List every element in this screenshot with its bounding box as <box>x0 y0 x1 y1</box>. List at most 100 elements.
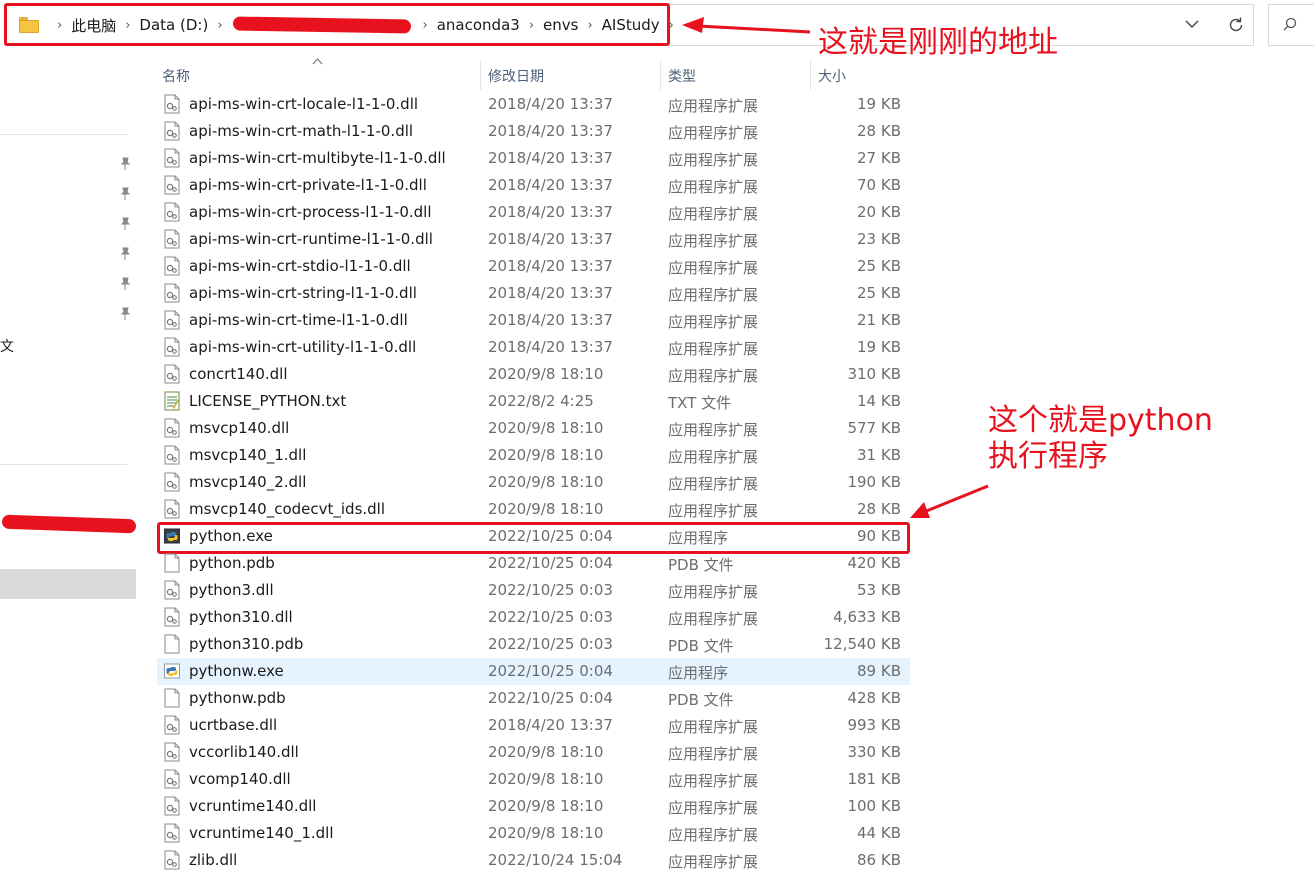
file-row[interactable]: api-ms-win-crt-time-l1-1-0.dll 2018/4/20 … <box>157 307 910 334</box>
nav-item-selected[interactable] <box>0 569 136 599</box>
file-size: 23 KB <box>857 230 901 248</box>
file-type: 应用程序扩展 <box>668 799 759 817</box>
file-row[interactable]: python310.dll 2022/10/25 0:03 应用程序扩展 4,633 … <box>157 604 910 631</box>
file-row[interactable]: msvcp140_2.dll 2020/9/8 18:10 应用程序扩展 190 KB <box>157 469 910 496</box>
dll-file-icon <box>164 337 180 357</box>
nav-item-partial-label[interactable]: 文 <box>0 336 14 356</box>
pin-icon[interactable] <box>118 187 132 201</box>
file-row[interactable]: python.pdb 2022/10/25 0:04 PDB 文件 420 KB <box>157 550 910 577</box>
file-name: vccorlib140.dll <box>189 743 299 761</box>
blank-file-icon <box>164 688 180 708</box>
file-type: 应用程序扩展 <box>668 421 759 439</box>
file-type: 应用程序扩展 <box>668 475 759 493</box>
file-type: 应用程序扩展 <box>668 367 759 385</box>
file-name: api-ms-win-crt-process-l1-1-0.dll <box>189 203 432 221</box>
search-input[interactable] <box>1268 4 1314 46</box>
chevron-down-icon[interactable] <box>1181 17 1203 35</box>
refresh-icon[interactable] <box>1225 16 1247 36</box>
file-row[interactable]: python.exe 2022/10/25 0:04 应用程序 90 KB <box>157 523 910 550</box>
column-header-date[interactable]: 修改日期 <box>488 66 544 86</box>
annotation-arrow-to-python <box>910 484 989 518</box>
blank-file-icon <box>164 553 180 573</box>
file-size: 20 KB <box>857 203 901 221</box>
file-type: 应用程序扩展 <box>668 313 759 331</box>
file-size: 27 KB <box>857 149 901 167</box>
file-row[interactable]: api-ms-win-crt-locale-l1-1-0.dll 2018/4/2… <box>157 91 910 118</box>
file-size: 89 KB <box>857 662 901 680</box>
annotation-address: 这就是刚刚的地址 <box>818 25 1058 60</box>
file-size: 86 KB <box>857 851 901 869</box>
file-row[interactable]: msvcp140_1.dll 2020/9/8 18:10 应用程序扩展 31 KB <box>157 442 910 469</box>
file-size: 4,633 KB <box>833 608 901 626</box>
file-row[interactable]: msvcp140_codecvt_ids.dll 2020/9/8 18:10 应用… <box>157 496 910 523</box>
column-divider[interactable] <box>480 60 481 90</box>
file-row[interactable]: api-ms-win-crt-math-l1-1-0.dll 2018/4/20 … <box>157 118 910 145</box>
dll-file-icon <box>164 580 180 600</box>
annotation-python-line2: 执行程序 <box>988 439 1108 474</box>
file-type: 应用程序扩展 <box>668 718 759 736</box>
pin-icon[interactable] <box>118 247 132 261</box>
file-row[interactable]: vccorlib140.dll 2020/9/8 18:10 应用程序扩展 330 K… <box>157 739 910 766</box>
file-row[interactable]: vcruntime140_1.dll 2020/9/8 18:10 应用程序扩展 44… <box>157 820 910 847</box>
file-type: PDB 文件 <box>668 637 734 655</box>
pin-icon[interactable] <box>118 307 132 321</box>
dll-file-icon <box>164 823 180 843</box>
file-row[interactable]: zlib.dll 2022/10/24 15:04 应用程序扩展 86 KB <box>157 847 910 874</box>
file-row[interactable]: api-ms-win-crt-utility-l1-1-0.dll 2018/4/… <box>157 334 910 361</box>
file-size: 90 KB <box>857 527 901 545</box>
file-type: 应用程序扩展 <box>668 745 759 763</box>
file-row[interactable]: LICENSE_PYTHON.txt 2022/8/2 4:25 TXT 文件 14 … <box>157 388 910 415</box>
dll-file-icon <box>164 148 180 168</box>
file-modified-date: 2022/10/25 0:03 <box>488 581 613 599</box>
column-divider[interactable] <box>810 60 811 90</box>
file-row[interactable]: msvcp140.dll 2020/9/8 18:10 应用程序扩展 577 KB <box>157 415 910 442</box>
file-type: 应用程序扩展 <box>668 286 759 304</box>
dll-file-icon <box>164 283 180 303</box>
file-size: 330 KB <box>847 743 901 761</box>
pin-icon[interactable] <box>118 217 132 231</box>
file-row[interactable]: api-ms-win-crt-stdio-l1-1-0.dll 2018/4/20… <box>157 253 910 280</box>
file-type: 应用程序扩展 <box>668 583 759 601</box>
pin-icon[interactable] <box>118 157 132 171</box>
file-type: 应用程序扩展 <box>668 610 759 628</box>
column-header-name[interactable]: 名称 <box>162 66 190 86</box>
file-modified-date: 2018/4/20 13:37 <box>488 257 613 275</box>
file-modified-date: 2022/10/24 15:04 <box>488 851 623 869</box>
file-row[interactable]: vcruntime140.dll 2020/9/8 18:10 应用程序扩展 100 … <box>157 793 910 820</box>
file-modified-date: 2018/4/20 13:37 <box>488 338 613 356</box>
file-name: msvcp140_codecvt_ids.dll <box>189 500 386 518</box>
blank-file-icon <box>164 634 180 654</box>
column-header-type[interactable]: 类型 <box>668 66 696 86</box>
file-type: PDB 文件 <box>668 691 734 709</box>
file-row[interactable]: concrt140.dll 2020/9/8 18:10 应用程序扩展 310 KB <box>157 361 910 388</box>
file-modified-date: 2020/9/8 18:10 <box>488 797 604 815</box>
column-divider[interactable] <box>660 60 661 90</box>
file-size: 19 KB <box>857 95 901 113</box>
file-row[interactable]: pythonw.exe 2022/10/25 0:04 应用程序 89 KB <box>157 658 910 685</box>
navigation-pane: 文 <box>0 46 140 887</box>
file-row[interactable]: api-ms-win-crt-string-l1-1-0.dll 2018/4/2… <box>157 280 910 307</box>
file-row[interactable]: vcomp140.dll 2020/9/8 18:10 应用程序扩展 181 KB <box>157 766 910 793</box>
file-row[interactable]: ucrtbase.dll 2018/4/20 13:37 应用程序扩展 993 KB <box>157 712 910 739</box>
file-name: api-ms-win-crt-runtime-l1-1-0.dll <box>189 230 433 248</box>
file-modified-date: 2018/4/20 13:37 <box>488 311 613 329</box>
file-row[interactable]: api-ms-win-crt-private-l1-1-0.dll 2018/4/… <box>157 172 910 199</box>
sort-ascending-icon <box>312 55 323 68</box>
file-size: 993 KB <box>847 716 901 734</box>
annotation-python: 这个就是python 执行程序 <box>988 403 1213 475</box>
pin-icon[interactable] <box>118 277 132 291</box>
file-name: api-ms-win-crt-utility-l1-1-0.dll <box>189 338 417 356</box>
file-row[interactable]: api-ms-win-crt-multibyte-l1-1-0.dll 2018/… <box>157 145 910 172</box>
dll-file-icon <box>164 364 180 384</box>
file-type: 应用程序扩展 <box>668 97 759 115</box>
file-row[interactable]: api-ms-win-crt-process-l1-1-0.dll 2018/4/… <box>157 199 910 226</box>
file-row[interactable]: python310.pdb 2022/10/25 0:03 PDB 文件 12,540… <box>157 631 910 658</box>
column-header-size[interactable]: 大小 <box>818 66 846 86</box>
file-name: python3.dll <box>189 581 274 599</box>
file-modified-date: 2018/4/20 13:37 <box>488 203 613 221</box>
file-name: msvcp140_2.dll <box>189 473 307 491</box>
file-row[interactable]: pythonw.pdb 2022/10/25 0:04 PDB 文件 428 KB <box>157 685 910 712</box>
file-row[interactable]: python3.dll 2022/10/25 0:03 应用程序扩展 53 KB <box>157 577 910 604</box>
file-row[interactable]: api-ms-win-crt-runtime-l1-1-0.dll 2018/4/… <box>157 226 910 253</box>
dll-file-icon <box>164 499 180 519</box>
